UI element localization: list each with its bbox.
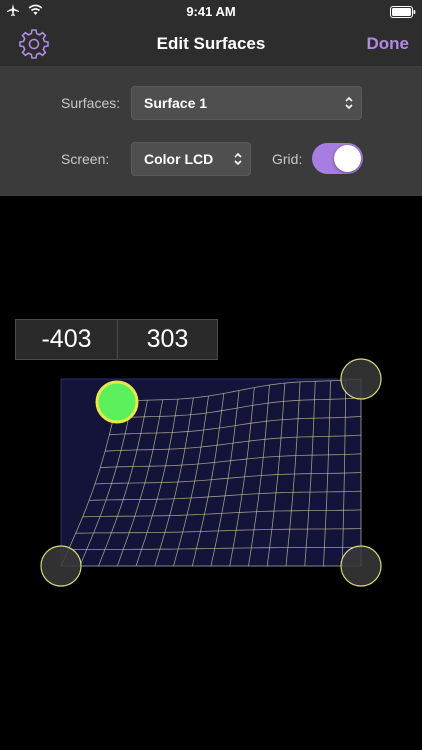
grid-label: Grid: [272,151,303,167]
done-button[interactable]: Done [367,34,410,54]
surfaces-select-value: Surface 1 [144,95,208,111]
select-arrows-icon [234,152,242,166]
corner-handle-top-left-active[interactable] [95,380,139,424]
surfaces-label: Surfaces: [61,95,121,111]
status-time: 9:41 AM [186,4,236,19]
battery-icon [390,6,416,18]
screen-label: Screen: [61,151,110,167]
page-title: Edit Surfaces [156,34,266,53]
screen-select[interactable]: Color LCD [131,142,251,176]
corner-handle-top-right[interactable] [340,358,382,400]
grid-toggle[interactable] [312,143,363,174]
corner-handle-bottom-left[interactable] [40,545,82,587]
screen-select-value: Color LCD [144,151,214,167]
select-arrows-icon [345,96,353,110]
nav-bar: Edit Surfaces Done [0,22,422,66]
status-bar: 9:41 AM [0,0,422,22]
corner-handle-bottom-right[interactable] [340,545,382,587]
grid-toggle-knob [334,145,361,172]
surfaces-select[interactable]: Surface 1 [131,86,362,120]
status-right [390,5,416,23]
controls-panel: Surfaces: Surface 1 Screen: Color LCD Gr… [0,66,422,196]
surface-canvas[interactable] [0,196,422,750]
